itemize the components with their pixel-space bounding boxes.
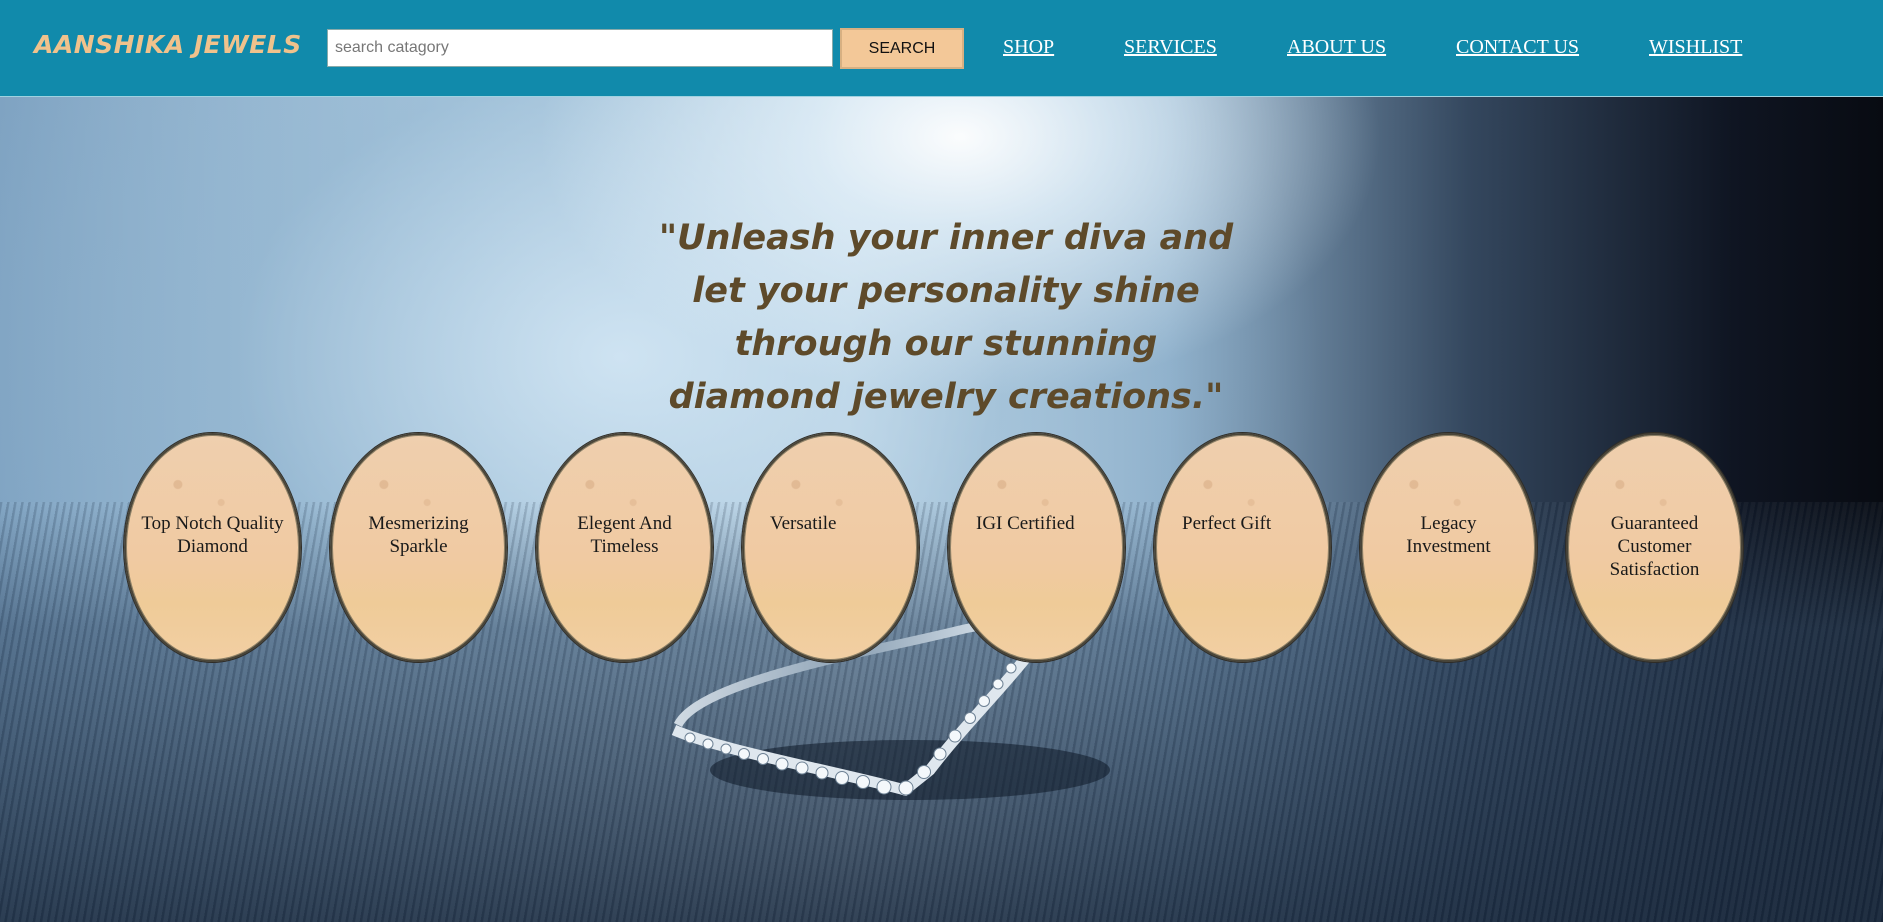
site-logo[interactable]: AANSHIKA JEWELS — [34, 30, 302, 59]
feature-label: Legacy Investment — [1406, 513, 1491, 557]
nav-link-shop[interactable]: SHOP — [1003, 36, 1054, 59]
feature-oval-igi-certified[interactable]: IGI Certified — [948, 433, 1125, 662]
search-button[interactable]: SEARCH — [840, 28, 964, 69]
search-input[interactable] — [327, 29, 833, 67]
feature-label: Perfect Gift — [1182, 513, 1272, 534]
nav-link-services[interactable]: SERVICES — [1124, 36, 1217, 59]
feature-label: Top Notch Quality Diamond — [141, 513, 284, 557]
feature-label: Guaranteed Customer Satisfaction — [1609, 513, 1700, 580]
nav-link-wishlist[interactable]: WISHLIST — [1649, 36, 1742, 59]
feature-oval-versatile[interactable]: Versatile — [742, 433, 919, 662]
feature-oval-perfect-gift[interactable]: Perfect Gift — [1154, 433, 1331, 662]
nav-link-about-us[interactable]: ABOUT US — [1287, 36, 1386, 59]
feature-oval-legacy-investment[interactable]: Legacy Investment — [1360, 433, 1537, 662]
feature-oval-elegent-and-timeless[interactable]: Elegent And Timeless — [536, 433, 713, 662]
feature-oval-mesmerizing-sparkle[interactable]: Mesmerizing Sparkle — [330, 433, 507, 662]
feature-oval-guaranteed-satisfaction[interactable]: Guaranteed Customer Satisfaction — [1566, 433, 1743, 662]
feature-label: Elegent And Timeless — [577, 513, 672, 557]
page: AANSHIKA JEWELS SEARCH SHOP SERVICES ABO… — [0, 0, 1883, 922]
feature-label: Mesmerizing Sparkle — [368, 513, 469, 557]
feature-oval-top-notch-quality[interactable]: Top Notch Quality Diamond — [124, 433, 301, 662]
feature-label: Versatile — [770, 513, 837, 534]
site-header: AANSHIKA JEWELS SEARCH SHOP SERVICES ABO… — [0, 0, 1883, 97]
hero-tagline: "Unleash your inner diva and let your pe… — [658, 218, 1234, 417]
nav-link-contact-us[interactable]: CONTACT US — [1456, 36, 1579, 59]
feature-label: IGI Certified — [976, 513, 1075, 534]
